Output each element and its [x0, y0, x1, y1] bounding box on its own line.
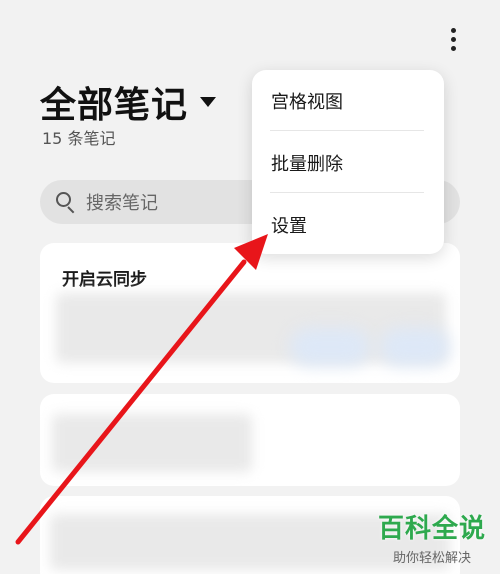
blurred-image: [290, 328, 370, 366]
more-vertical-icon: [450, 27, 456, 33]
note-title: 开启云同步: [62, 270, 147, 290]
watermark-subtitle: 助你轻松解决: [392, 551, 471, 566]
watermark-logo: 百科全说 助你轻松解决: [372, 508, 492, 566]
blurred-image: [380, 328, 450, 366]
note-count: 15 条笔记: [42, 129, 116, 148]
more-options-button[interactable]: [438, 22, 468, 56]
search-icon: [56, 192, 76, 214]
menu-item-batch-delete[interactable]: 批量删除: [271, 150, 343, 176]
note-card[interactable]: 开启云同步: [40, 243, 460, 383]
note-card[interactable]: [40, 394, 460, 486]
search-placeholder: 搜索笔记: [86, 193, 158, 214]
menu-item-settings[interactable]: 设置: [271, 212, 307, 238]
blurred-content: [52, 414, 252, 472]
title-dropdown[interactable]: 全部笔记: [40, 76, 217, 128]
page-title: 全部笔记: [40, 85, 189, 126]
menu-divider: [270, 130, 424, 131]
menu-divider: [270, 192, 424, 193]
menu-item-grid-view[interactable]: 宫格视图: [271, 88, 343, 114]
caret-down-icon: [200, 97, 217, 107]
watermark-title: 百科全说: [377, 514, 486, 544]
